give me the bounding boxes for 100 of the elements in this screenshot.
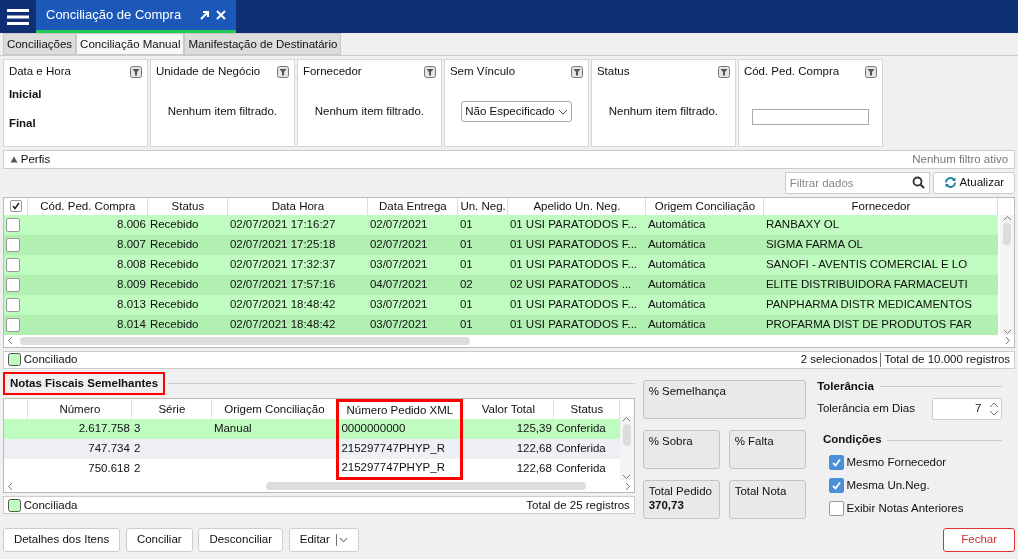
row-header-cell[interactable] bbox=[3, 294, 28, 315]
stat-label: Total Pedido bbox=[648, 483, 713, 498]
group-title: Tolerância bbox=[817, 378, 874, 394]
selection-count: 2 selecionados bbox=[800, 352, 878, 367]
pop-out-icon[interactable] bbox=[200, 10, 211, 20]
column-header[interactable]: Número Pedido XML bbox=[337, 400, 462, 419]
row-checkbox[interactable] bbox=[5, 278, 20, 293]
column-header[interactable]: Série bbox=[131, 400, 212, 419]
check-icon bbox=[829, 479, 843, 493]
refresh-button[interactable]: Atualizar bbox=[932, 171, 1016, 194]
row-header-cell[interactable] bbox=[3, 418, 28, 439]
number-spinner[interactable]: 7 bbox=[932, 397, 1003, 420]
window-tab[interactable]: Conciliação de Compra bbox=[36, 0, 236, 33]
column-header[interactable]: Número bbox=[27, 400, 132, 419]
scroll-thumb[interactable] bbox=[1003, 223, 1012, 246]
column-header[interactable]: Valor Total bbox=[461, 400, 554, 419]
select-all-checkbox[interactable] bbox=[9, 200, 22, 213]
action-button[interactable]: Desconciliar bbox=[198, 527, 284, 552]
filter-title: Status bbox=[596, 63, 630, 79]
checkbox[interactable] bbox=[828, 455, 844, 471]
legend-label: Conciliada bbox=[23, 497, 78, 513]
table-cell: 0000000000 bbox=[337, 418, 462, 439]
row-checkbox[interactable] bbox=[5, 298, 20, 313]
legend-label: Conciliado bbox=[23, 352, 78, 367]
record-total: Total de 25 registros bbox=[526, 497, 630, 513]
scroll-down-icon[interactable] bbox=[1002, 328, 1012, 335]
column-header[interactable]: Origem Conciliação bbox=[645, 197, 764, 215]
row-header-cell[interactable] bbox=[3, 438, 28, 459]
filter-icon[interactable] bbox=[864, 65, 877, 78]
dropdown[interactable]: Não Especificado bbox=[461, 100, 572, 123]
filter-icon[interactable] bbox=[276, 65, 289, 78]
triangle-up-icon bbox=[9, 155, 18, 163]
color-swatch-icon bbox=[7, 353, 21, 367]
row-checkbox[interactable] bbox=[5, 218, 20, 233]
window-title: Conciliação de Compra bbox=[46, 6, 182, 25]
tab[interactable]: Conciliação Manual bbox=[76, 33, 185, 55]
scroll-left-icon[interactable] bbox=[6, 336, 13, 346]
section-title: Notas Fiscais Semelhantes bbox=[2, 371, 166, 395]
profiles-bar[interactable]: Perfis Nenhum filtro ativo bbox=[2, 149, 1016, 169]
filter-title: Unidade de Negócio bbox=[155, 63, 261, 79]
table-cell: 215297747PHYP_R bbox=[337, 438, 462, 459]
scroll-thumb[interactable] bbox=[19, 336, 470, 345]
column-header[interactable]: Apelido Un. Neg. bbox=[507, 197, 646, 215]
vertical-scrollbar[interactable] bbox=[1000, 214, 1015, 335]
scroll-right-icon[interactable] bbox=[625, 481, 631, 491]
menu-icon[interactable] bbox=[7, 8, 29, 25]
field-label: Tolerância em Dias bbox=[817, 401, 915, 416]
filter-icon[interactable] bbox=[570, 65, 583, 78]
empty-message: Nenhum item filtrado. bbox=[608, 103, 718, 119]
row-checkbox[interactable] bbox=[5, 238, 20, 253]
row-checkbox[interactable] bbox=[5, 318, 20, 333]
row-header-cell[interactable] bbox=[3, 254, 28, 275]
split-button[interactable]: Editar bbox=[288, 527, 360, 552]
record-total: Total de 10.000 registros bbox=[884, 352, 1011, 367]
search-field[interactable]: Filtrar dados bbox=[784, 171, 930, 194]
scroll-left-icon[interactable] bbox=[6, 481, 13, 491]
scroll-up-icon[interactable] bbox=[622, 415, 632, 422]
column-header[interactable]: Status bbox=[553, 400, 620, 419]
close-button[interactable]: Fechar bbox=[943, 527, 1016, 552]
close-icon[interactable] bbox=[216, 10, 226, 20]
date-label: Inicial bbox=[8, 86, 43, 102]
row-header-cell[interactable] bbox=[3, 234, 28, 255]
stat-label: % Falta bbox=[734, 433, 775, 448]
text-field[interactable] bbox=[751, 109, 869, 126]
stat-label: % Sobra bbox=[648, 433, 694, 448]
scroll-thumb[interactable] bbox=[265, 482, 586, 491]
action-button[interactable]: Detalhes dos Itens bbox=[2, 527, 121, 552]
scroll-thumb[interactable] bbox=[622, 424, 631, 447]
tab[interactable]: Conciliações bbox=[2, 33, 77, 55]
filter-icon[interactable] bbox=[423, 65, 436, 78]
chevron-down-icon bbox=[557, 108, 568, 115]
scroll-up-icon[interactable] bbox=[1002, 214, 1012, 221]
column-header[interactable]: Fornecedor bbox=[763, 197, 998, 215]
column-header[interactable]: Data Hora bbox=[227, 197, 368, 215]
empty-message: Nenhum item filtrado. bbox=[167, 103, 277, 119]
check-icon bbox=[829, 456, 843, 470]
row-header-cell[interactable] bbox=[3, 314, 28, 335]
checkbox-label: Mesmo Fornecedor bbox=[846, 455, 947, 471]
tab[interactable]: Manifestação de Destinatário bbox=[184, 33, 342, 55]
checkbox[interactable] bbox=[828, 478, 844, 494]
action-button[interactable]: Conciliar bbox=[125, 527, 193, 552]
column-header[interactable]: Cód. Ped. Compra bbox=[27, 197, 148, 215]
row-header-cell[interactable] bbox=[3, 274, 28, 295]
scroll-right-icon[interactable] bbox=[1005, 336, 1012, 346]
row-header-cell[interactable] bbox=[3, 214, 28, 235]
column-header[interactable]: Data Entrega bbox=[367, 197, 458, 215]
checkbox[interactable] bbox=[828, 501, 844, 517]
row-checkbox[interactable] bbox=[5, 258, 20, 273]
filter-status: Nenhum filtro ativo bbox=[912, 151, 1009, 167]
filter-icon[interactable] bbox=[717, 65, 730, 78]
filter-icon[interactable] bbox=[129, 65, 142, 78]
column-header[interactable]: Status bbox=[147, 197, 228, 215]
empty-message: Nenhum item filtrado. bbox=[314, 103, 424, 119]
filter-title: Sem Vínculo bbox=[449, 63, 516, 79]
search-icon[interactable] bbox=[911, 175, 925, 189]
checkbox-label: Mesma Un.Neg. bbox=[846, 478, 930, 494]
column-header[interactable]: Un. Neg. bbox=[457, 197, 508, 215]
column-header[interactable]: Origem Conciliação bbox=[211, 400, 338, 419]
scroll-down-icon[interactable] bbox=[622, 474, 632, 481]
stat-label: % Semelhança bbox=[648, 383, 727, 398]
